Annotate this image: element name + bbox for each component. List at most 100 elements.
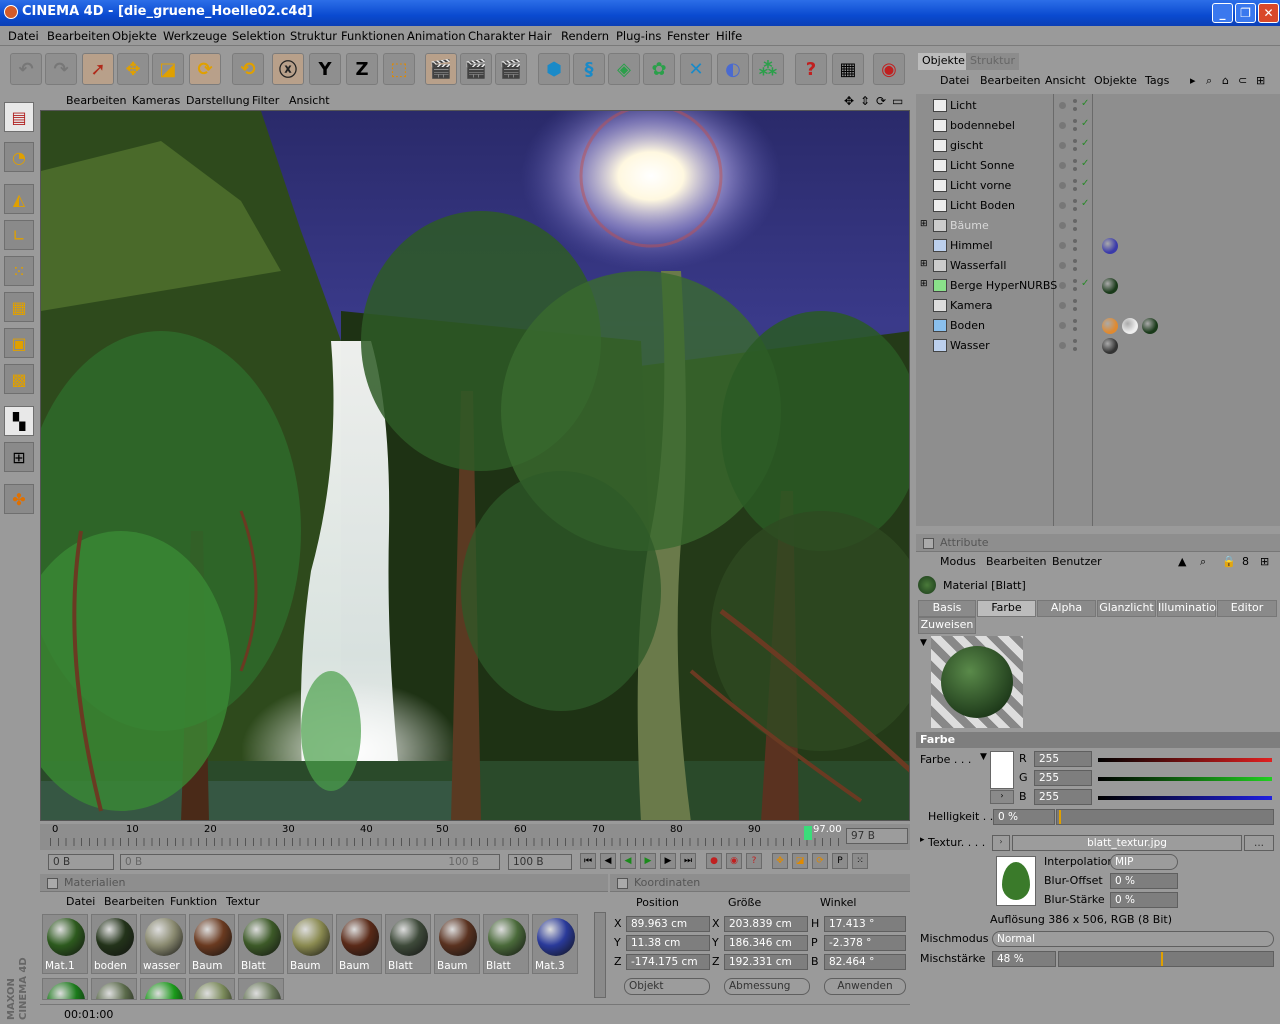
view-menu-kameras[interactable]: Kameras xyxy=(132,94,180,107)
redo-icon[interactable]: ↷ xyxy=(45,53,77,85)
render-dot[interactable] xyxy=(1073,147,1077,151)
coord-measure-dropdown[interactable]: Abmessung xyxy=(724,978,810,995)
object-row[interactable]: Himmel xyxy=(916,236,1280,256)
y-axis-lock-icon[interactable]: Y xyxy=(309,53,341,85)
object-row[interactable]: bodennebel ✓ xyxy=(916,116,1280,136)
3d-viewport[interactable] xyxy=(40,110,910,821)
material-swatch[interactable]: Baum xyxy=(434,914,480,974)
visibility-dot[interactable] xyxy=(1059,302,1066,309)
editor-dot[interactable] xyxy=(1073,299,1077,303)
record-icon[interactable]: ● xyxy=(706,853,722,869)
object-row[interactable]: ⊞ Bäume xyxy=(916,216,1280,236)
material-swatch[interactable]: Baum xyxy=(336,914,382,974)
scene-object-icon[interactable]: ◐ xyxy=(717,53,749,85)
tab-alpha[interactable]: Alpha xyxy=(1037,600,1096,617)
textur-browse-button[interactable]: ... xyxy=(1244,835,1274,851)
attr-search-icon[interactable]: ⌕ xyxy=(1200,555,1206,569)
view-move-icon[interactable]: ✥ xyxy=(844,94,854,108)
size-field[interactable]: 192.331 cm xyxy=(724,954,808,970)
r-slider[interactable] xyxy=(1098,758,1272,762)
undo-icon[interactable]: ↶ xyxy=(10,53,42,85)
cube-primitive-icon[interactable]: ⬢ xyxy=(538,53,570,85)
attr-menu-benutzer[interactable]: Benutzer xyxy=(1052,555,1102,568)
textur-file-field[interactable]: blatt_textur.jpg xyxy=(1012,835,1242,851)
blur-offset-field[interactable]: 0 % xyxy=(1110,873,1178,889)
tab-basis[interactable]: Basis xyxy=(918,600,976,617)
tab-struktur[interactable]: Struktur xyxy=(966,53,1019,70)
render-dot[interactable] xyxy=(1073,287,1077,291)
editor-dot[interactable] xyxy=(1073,199,1077,203)
tab-farbe[interactable]: Farbe xyxy=(977,600,1036,617)
go-end-icon[interactable]: ⏭ xyxy=(680,853,696,869)
minimize-button[interactable]: _ xyxy=(1212,3,1233,23)
material-swatch[interactable]: Blatt xyxy=(238,914,284,974)
obj-new-window-icon[interactable]: ⊞ xyxy=(1256,74,1265,87)
material-swatch[interactable] xyxy=(91,978,137,1000)
layout-icon[interactable]: ▤ xyxy=(4,102,34,132)
visibility-dot[interactable] xyxy=(1059,202,1066,209)
mischstaerke-handle[interactable] xyxy=(1160,952,1163,966)
material-tag-icon[interactable] xyxy=(1102,318,1118,334)
enabled-check-icon[interactable]: ✓ xyxy=(1081,98,1089,109)
attr-new-window-icon[interactable]: ⊞ xyxy=(1260,555,1269,568)
checker-texture-icon[interactable]: ▚ xyxy=(4,406,34,436)
editor-dot[interactable] xyxy=(1073,279,1077,283)
visibility-dot[interactable] xyxy=(1059,102,1066,109)
mat-menu-textur[interactable]: Textur xyxy=(226,895,260,908)
obj-menu-objekte[interactable]: Objekte xyxy=(1094,74,1137,87)
obj-home-icon[interactable]: ⌂ xyxy=(1222,74,1229,87)
prev-frame-icon[interactable]: ◀ xyxy=(600,853,616,869)
material-swatch[interactable]: Mat.1 xyxy=(42,914,88,974)
helligkeit-handle[interactable] xyxy=(1059,810,1061,824)
attr-lock-icon[interactable]: 🔒 xyxy=(1222,555,1236,568)
object-row[interactable]: ⊞ Wasserfall xyxy=(916,256,1280,276)
object-row[interactable]: Licht Sonne ✓ xyxy=(916,156,1280,176)
animation-tool-icon[interactable]: ✤ xyxy=(4,484,34,514)
material-tag-icon[interactable] xyxy=(1142,318,1158,334)
view-menu-ansicht[interactable]: Ansicht xyxy=(289,94,330,107)
select-arrow-icon[interactable]: ➚ xyxy=(82,53,114,85)
texture-axis-icon[interactable]: ⊞ xyxy=(4,442,34,472)
range-slider[interactable]: 0 B 100 B xyxy=(120,854,500,870)
material-swatch[interactable]: Blatt xyxy=(483,914,529,974)
material-swatch[interactable]: boden xyxy=(91,914,137,974)
render-view-icon[interactable]: 🎬 xyxy=(425,53,457,85)
material-swatch[interactable]: Baum xyxy=(287,914,333,974)
obj-link-icon[interactable]: ⊂ xyxy=(1238,74,1247,87)
material-swatch[interactable]: Baum xyxy=(189,914,235,974)
menu-selektion[interactable]: Selektion xyxy=(232,29,285,43)
attr-menu-modus[interactable]: Modus xyxy=(940,555,976,568)
menu-hilfe[interactable]: Hilfe xyxy=(716,29,742,43)
key-point-icon[interactable]: ⁙ xyxy=(852,853,868,869)
coordinate-system-icon[interactable]: ⬚ xyxy=(383,53,415,85)
visibility-dot[interactable] xyxy=(1059,262,1066,269)
visibility-dot[interactable] xyxy=(1059,222,1066,229)
points-tool-icon[interactable]: ⁙ xyxy=(4,256,34,286)
info-icon[interactable]: ▦ xyxy=(832,53,864,85)
render-dot[interactable] xyxy=(1073,307,1077,311)
autokey-icon[interactable]: ◉ xyxy=(726,853,742,869)
enabled-check-icon[interactable]: ✓ xyxy=(1081,158,1089,169)
object-row[interactable]: Wasser xyxy=(916,336,1280,356)
start-frame-field[interactable]: 0 B xyxy=(48,854,114,870)
close-button[interactable]: ✕ xyxy=(1258,3,1279,23)
mischstaerke-slider[interactable] xyxy=(1058,951,1274,967)
key-rotation-icon[interactable]: ⟳ xyxy=(812,853,828,869)
material-tag-icon[interactable] xyxy=(1122,318,1138,334)
mat-menu-funktion[interactable]: Funktion xyxy=(170,895,217,908)
visibility-dot[interactable] xyxy=(1059,342,1066,349)
editor-dot[interactable] xyxy=(1073,119,1077,123)
material-swatch[interactable] xyxy=(42,978,88,1000)
rotate-icon[interactable]: ⟳ xyxy=(189,53,221,85)
render-dot[interactable] xyxy=(1073,207,1077,211)
mischstaerke-field[interactable]: 48 % xyxy=(992,951,1056,967)
editor-dot[interactable] xyxy=(1073,179,1077,183)
menu-charakter[interactable]: Charakter xyxy=(468,29,525,43)
nurbs-icon[interactable]: ◈ xyxy=(608,53,640,85)
x-axis-lock-icon[interactable]: ⓧ xyxy=(272,53,304,85)
g-slider[interactable] xyxy=(1098,777,1272,781)
editor-dot[interactable] xyxy=(1073,239,1077,243)
menu-plugins[interactable]: Plug-ins xyxy=(616,29,661,43)
maximize-button[interactable]: ❐ xyxy=(1235,3,1256,23)
angle-field[interactable]: -2.378 ° xyxy=(824,935,906,951)
